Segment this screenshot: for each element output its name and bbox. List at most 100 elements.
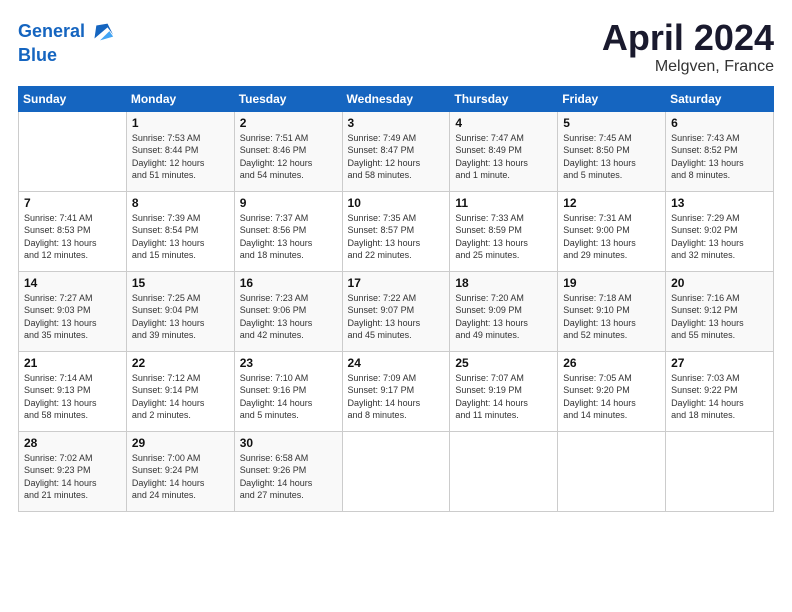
calendar-cell: 25Sunrise: 7:07 AM Sunset: 9:19 PM Dayli… [450, 351, 558, 431]
calendar-cell [342, 431, 450, 511]
logo-text: General [18, 22, 85, 42]
day-number: 16 [240, 276, 337, 290]
day-number: 25 [455, 356, 552, 370]
calendar-cell: 15Sunrise: 7:25 AM Sunset: 9:04 PM Dayli… [126, 271, 234, 351]
weekday-header: Sunday [19, 86, 127, 111]
calendar-cell: 8 Sunrise: 7:39 AM Sunset: 8:54 PM Daylig… [126, 191, 234, 271]
logo-text2: Blue [18, 46, 57, 66]
day-info: Sunrise: 7:35 AM Sunset: 8:57 PM Dayligh… [348, 212, 445, 262]
day-number: 3 [348, 116, 445, 130]
day-info: Sunrise: 7:31 AM Sunset: 9:00 PM Dayligh… [563, 212, 660, 262]
calendar-cell: 17 Sunrise: 7:22 AM Sunset: 9:07 PM Dayli… [342, 271, 450, 351]
header: General Blue April 2024 Melgven, France [18, 18, 774, 76]
calendar-cell: 1 Sunrise: 7:53 AM Sunset: 8:44 PM Daylig… [126, 111, 234, 191]
calendar-cell: 29 Sunrise: 7:00 AM Sunset: 9:24 PM Dayli… [126, 431, 234, 511]
logo-icon [87, 18, 115, 46]
day-number: 10 [348, 196, 445, 210]
calendar-cell: 7Sunrise: 7:41 AM Sunset: 8:53 PM Daylig… [19, 191, 127, 271]
calendar-cell: 12 Sunrise: 7:31 AM Sunset: 9:00 PM Dayli… [558, 191, 666, 271]
day-number: 24 [348, 356, 445, 370]
day-number: 14 [24, 276, 121, 290]
day-number: 22 [132, 356, 229, 370]
day-number: 21 [24, 356, 121, 370]
calendar-week-row: 21 Sunrise: 7:14 AM Sunset: 9:13 PM Dayli… [19, 351, 774, 431]
logo: General Blue [18, 18, 115, 66]
day-number: 11 [455, 196, 552, 210]
day-number: 18 [455, 276, 552, 290]
calendar-cell: 21 Sunrise: 7:14 AM Sunset: 9:13 PM Dayli… [19, 351, 127, 431]
calendar-cell: 14 Sunrise: 7:27 AM Sunset: 9:03 PM Dayli… [19, 271, 127, 351]
calendar-cell: 3 Sunrise: 7:49 AM Sunset: 8:47 PM Daylig… [342, 111, 450, 191]
calendar-cell: 28Sunrise: 7:02 AM Sunset: 9:23 PM Dayli… [19, 431, 127, 511]
day-number: 2 [240, 116, 337, 130]
day-info: Sunrise: 7:00 AM Sunset: 9:24 PM Dayligh… [132, 452, 229, 502]
location: Melgven, France [602, 58, 774, 76]
title-area: April 2024 Melgven, France [602, 18, 774, 76]
weekday-header: Monday [126, 86, 234, 111]
day-info: Sunrise: 7:10 AM Sunset: 9:16 PM Dayligh… [240, 372, 337, 422]
day-info: Sunrise: 7:18 AM Sunset: 9:10 PM Dayligh… [563, 292, 660, 342]
day-info: Sunrise: 7:27 AM Sunset: 9:03 PM Dayligh… [24, 292, 121, 342]
calendar-cell: 5 Sunrise: 7:45 AM Sunset: 8:50 PM Daylig… [558, 111, 666, 191]
day-info: Sunrise: 7:14 AM Sunset: 9:13 PM Dayligh… [24, 372, 121, 422]
day-number: 8 [132, 196, 229, 210]
day-number: 19 [563, 276, 660, 290]
day-number: 26 [563, 356, 660, 370]
weekday-header: Friday [558, 86, 666, 111]
calendar-table: SundayMondayTuesdayWednesdayThursdayFrid… [18, 86, 774, 512]
day-number: 13 [671, 196, 768, 210]
calendar-cell: 30 Sunrise: 6:58 AM Sunset: 9:26 PM Dayli… [234, 431, 342, 511]
day-number: 6 [671, 116, 768, 130]
day-info: Sunrise: 7:45 AM Sunset: 8:50 PM Dayligh… [563, 132, 660, 182]
weekday-header: Wednesday [342, 86, 450, 111]
day-info: Sunrise: 7:22 AM Sunset: 9:07 PM Dayligh… [348, 292, 445, 342]
day-number: 30 [240, 436, 337, 450]
day-info: Sunrise: 7:53 AM Sunset: 8:44 PM Dayligh… [132, 132, 229, 182]
day-info: Sunrise: 7:23 AM Sunset: 9:06 PM Dayligh… [240, 292, 337, 342]
calendar-cell: 2 Sunrise: 7:51 AM Sunset: 8:46 PM Daylig… [234, 111, 342, 191]
calendar-cell: 11Sunrise: 7:33 AM Sunset: 8:59 PM Dayli… [450, 191, 558, 271]
calendar-cell: 26Sunrise: 7:05 AM Sunset: 9:20 PM Dayli… [558, 351, 666, 431]
calendar-cell [666, 431, 774, 511]
calendar-cell: 19 Sunrise: 7:18 AM Sunset: 9:10 PM Dayli… [558, 271, 666, 351]
calendar-cell: 13Sunrise: 7:29 AM Sunset: 9:02 PM Dayli… [666, 191, 774, 271]
weekday-header: Tuesday [234, 86, 342, 111]
day-number: 7 [24, 196, 121, 210]
calendar-cell: 6 Sunrise: 7:43 AM Sunset: 8:52 PM Daylig… [666, 111, 774, 191]
day-number: 5 [563, 116, 660, 130]
day-number: 20 [671, 276, 768, 290]
day-number: 9 [240, 196, 337, 210]
header-row: SundayMondayTuesdayWednesdayThursdayFrid… [19, 86, 774, 111]
calendar-cell: 23Sunrise: 7:10 AM Sunset: 9:16 PM Dayli… [234, 351, 342, 431]
day-info: Sunrise: 7:16 AM Sunset: 9:12 PM Dayligh… [671, 292, 768, 342]
day-info: Sunrise: 7:39 AM Sunset: 8:54 PM Dayligh… [132, 212, 229, 262]
calendar-cell: 22Sunrise: 7:12 AM Sunset: 9:14 PM Dayli… [126, 351, 234, 431]
calendar-cell: 9Sunrise: 7:37 AM Sunset: 8:56 PM Daylig… [234, 191, 342, 271]
calendar-cell: 10 Sunrise: 7:35 AM Sunset: 8:57 PM Dayli… [342, 191, 450, 271]
day-number: 15 [132, 276, 229, 290]
day-number: 1 [132, 116, 229, 130]
day-number: 29 [132, 436, 229, 450]
weekday-header: Thursday [450, 86, 558, 111]
day-info: Sunrise: 6:58 AM Sunset: 9:26 PM Dayligh… [240, 452, 337, 502]
calendar-cell [558, 431, 666, 511]
day-number: 4 [455, 116, 552, 130]
calendar-week-row: 28Sunrise: 7:02 AM Sunset: 9:23 PM Dayli… [19, 431, 774, 511]
calendar-cell [450, 431, 558, 511]
day-info: Sunrise: 7:03 AM Sunset: 9:22 PM Dayligh… [671, 372, 768, 422]
calendar-cell: 20 Sunrise: 7:16 AM Sunset: 9:12 PM Dayli… [666, 271, 774, 351]
day-info: Sunrise: 7:51 AM Sunset: 8:46 PM Dayligh… [240, 132, 337, 182]
day-number: 12 [563, 196, 660, 210]
day-number: 27 [671, 356, 768, 370]
weekday-header: Saturday [666, 86, 774, 111]
day-info: Sunrise: 7:49 AM Sunset: 8:47 PM Dayligh… [348, 132, 445, 182]
day-info: Sunrise: 7:09 AM Sunset: 9:17 PM Dayligh… [348, 372, 445, 422]
month-title: April 2024 [602, 18, 774, 58]
calendar-week-row: 7Sunrise: 7:41 AM Sunset: 8:53 PM Daylig… [19, 191, 774, 271]
day-info: Sunrise: 7:43 AM Sunset: 8:52 PM Dayligh… [671, 132, 768, 182]
calendar-week-row: 1 Sunrise: 7:53 AM Sunset: 8:44 PM Daylig… [19, 111, 774, 191]
calendar-cell: 16 Sunrise: 7:23 AM Sunset: 9:06 PM Dayli… [234, 271, 342, 351]
day-number: 17 [348, 276, 445, 290]
day-number: 28 [24, 436, 121, 450]
calendar-week-row: 14 Sunrise: 7:27 AM Sunset: 9:03 PM Dayli… [19, 271, 774, 351]
